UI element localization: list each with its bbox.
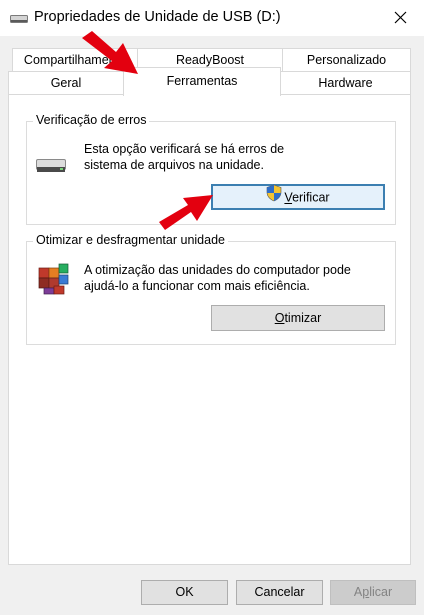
- annotation-arrow-verify: [159, 195, 213, 230]
- cancel-button-label: Cancelar: [254, 585, 305, 599]
- tab-label: Geral: [50, 76, 82, 90]
- optimize-button-label: Otimizar: [274, 311, 322, 325]
- close-button[interactable]: [378, 0, 424, 36]
- verify-button-label: Verificar: [284, 190, 330, 205]
- usb-drive-icon: [10, 13, 28, 23]
- error-check-description: Esta opção verificará se há erros de sis…: [84, 142, 285, 172]
- tab-personalizado[interactable]: Personalizado: [282, 48, 411, 71]
- tab-hardware[interactable]: Hardware: [280, 71, 411, 94]
- apply-button[interactable]: Aplicar: [330, 580, 416, 605]
- drive-icon: [36, 159, 66, 176]
- tab-panel-ferramentas: Verificação de erros Esta opção verifica…: [8, 94, 411, 565]
- tab-label: Personalizado: [306, 53, 387, 67]
- annotation-arrow-tab: [82, 31, 138, 74]
- ok-button[interactable]: OK: [141, 580, 228, 605]
- close-icon: [394, 11, 407, 24]
- tab-label: Hardware: [318, 76, 373, 90]
- title-bar: Propriedades de Unidade de USB (D:): [0, 0, 424, 36]
- optimize-group: Otimizar e desfragmentar unidade A otimi…: [26, 233, 396, 345]
- tab-label: Ferramentas: [166, 74, 238, 88]
- tab-ferramentas[interactable]: Ferramentas: [123, 67, 281, 96]
- ok-button-label: OK: [175, 585, 194, 599]
- defrag-icon: [37, 262, 71, 299]
- tab-label: ReadyBoost: [175, 53, 245, 67]
- window-title: Propriedades de Unidade de USB (D:): [34, 9, 281, 25]
- uac-shield-icon: [266, 184, 282, 209]
- apply-button-label: Aplicar: [353, 585, 393, 599]
- optimize-button[interactable]: Otimizar: [211, 305, 385, 331]
- cancel-button[interactable]: Cancelar: [236, 580, 323, 605]
- group-title: Otimizar e desfragmentar unidade: [33, 233, 228, 247]
- dialog-body: Compartilhamento ReadyBoost Personalizad…: [0, 36, 424, 615]
- optimize-description: A otimização das unidades do computador …: [84, 263, 351, 293]
- verify-button[interactable]: Verificar: [211, 184, 385, 210]
- group-title: Verificação de erros: [33, 113, 150, 127]
